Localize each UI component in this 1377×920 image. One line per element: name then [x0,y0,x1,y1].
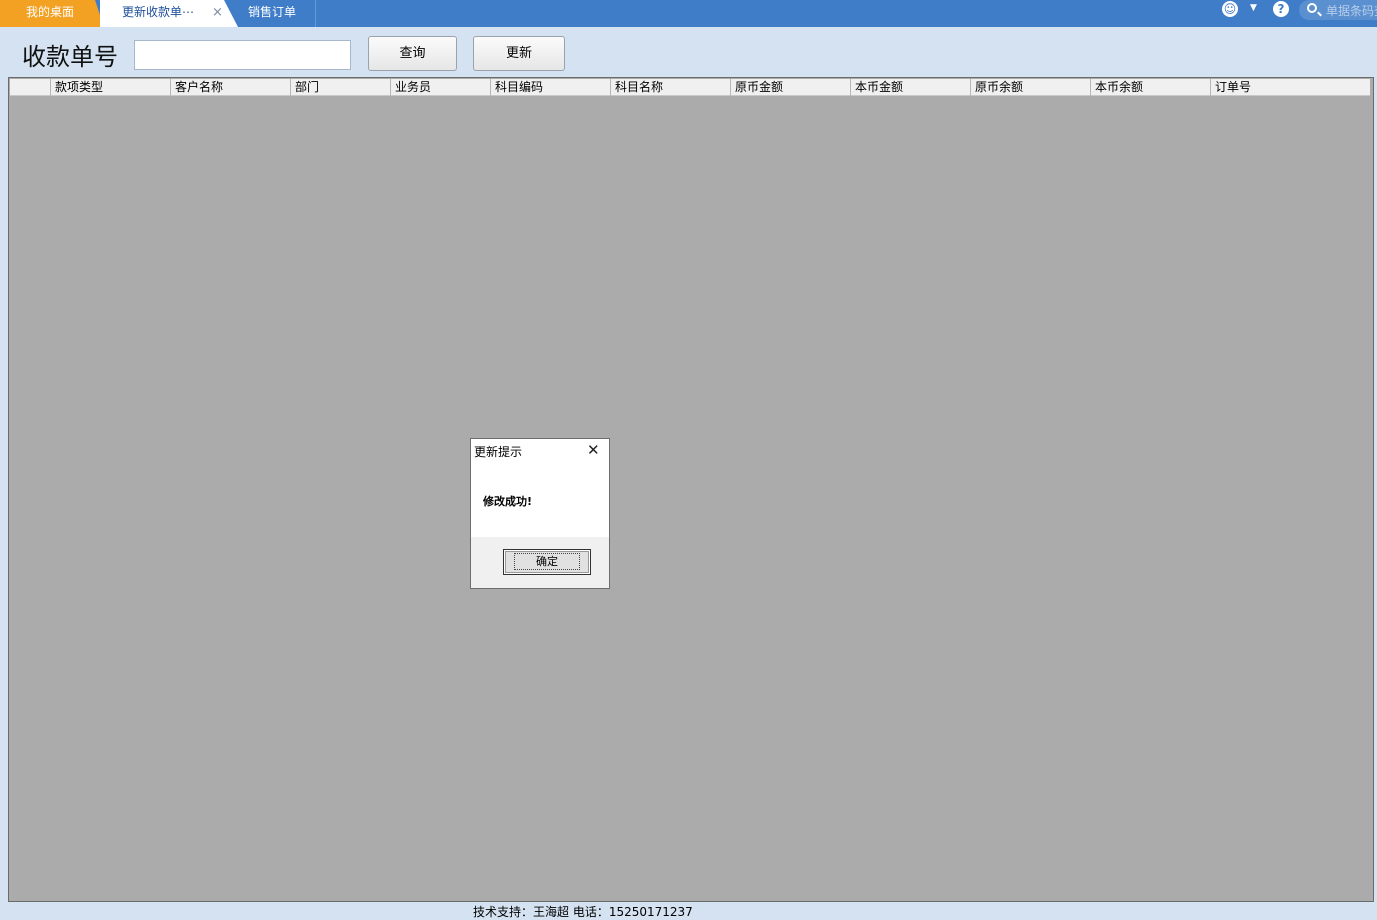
grid-header: 款项类型 客户名称 部门 业务员 科目编码 科目名称 原币金额 本币金额 原币余… [10,79,1370,96]
column-header[interactable]: 业务员 [390,79,490,96]
barcode-search-input[interactable]: 单据条码查 [1299,0,1377,20]
user-smile-icon[interactable]: ☺ [1222,1,1238,17]
close-icon[interactable]: × [212,1,223,25]
tab-update-receipt[interactable]: 更新收款单⋯ × [100,0,238,27]
dialog-title: 更新提示 [474,445,523,459]
close-icon[interactable]: ✕ [587,443,600,458]
dialog-footer: 确定 [471,537,609,588]
search-placeholder: 单据条码查 [1326,4,1377,18]
column-header[interactable]: 款项类型 [50,79,170,96]
column-header[interactable]: 原币金额 [730,79,850,96]
column-header[interactable]: 本币金额 [850,79,970,96]
query-toolbar: 收款单号 查询 更新 [0,27,1377,77]
dialog-message: 修改成功! [483,495,533,508]
ok-button-label: 确定 [514,553,580,570]
column-header[interactable]: 部门 [290,79,390,96]
update-button[interactable]: 更新 [473,36,565,71]
receipt-number-input[interactable] [134,40,351,70]
receipt-number-label: 收款单号 [22,43,118,71]
ok-button[interactable]: 确定 [503,549,591,575]
help-icon[interactable]: ? [1273,1,1289,17]
tab-bar: 我的桌面 更新收款单⋯ × 销售订单 ☺ ▼ ? 单据条码查 [0,0,1377,27]
tab-my-desktop[interactable]: 我的桌面 [0,0,104,27]
chevron-down-icon[interactable]: ▼ [1250,3,1257,13]
update-message-dialog: 更新提示 ✕ 修改成功! 确定 [470,438,610,589]
column-header[interactable]: 本币余额 [1090,79,1210,96]
column-header[interactable]: 原币余额 [970,79,1090,96]
column-header[interactable]: 订单号 [1210,79,1370,96]
tab-label: 更新收款单⋯ [122,5,195,19]
query-button[interactable]: 查询 [368,36,457,71]
column-header[interactable]: 科目编码 [490,79,610,96]
search-icon [1307,3,1317,13]
column-header[interactable]: 科目名称 [610,79,730,96]
receipt-grid[interactable]: 款项类型 客户名称 部门 业务员 科目编码 科目名称 原币金额 本币金额 原币余… [8,77,1374,902]
support-info: 技术支持：王海超 电话：15250171237 [473,905,693,919]
tab-sales-order[interactable]: 销售订单 [238,0,316,27]
column-header[interactable]: 客户名称 [170,79,290,96]
